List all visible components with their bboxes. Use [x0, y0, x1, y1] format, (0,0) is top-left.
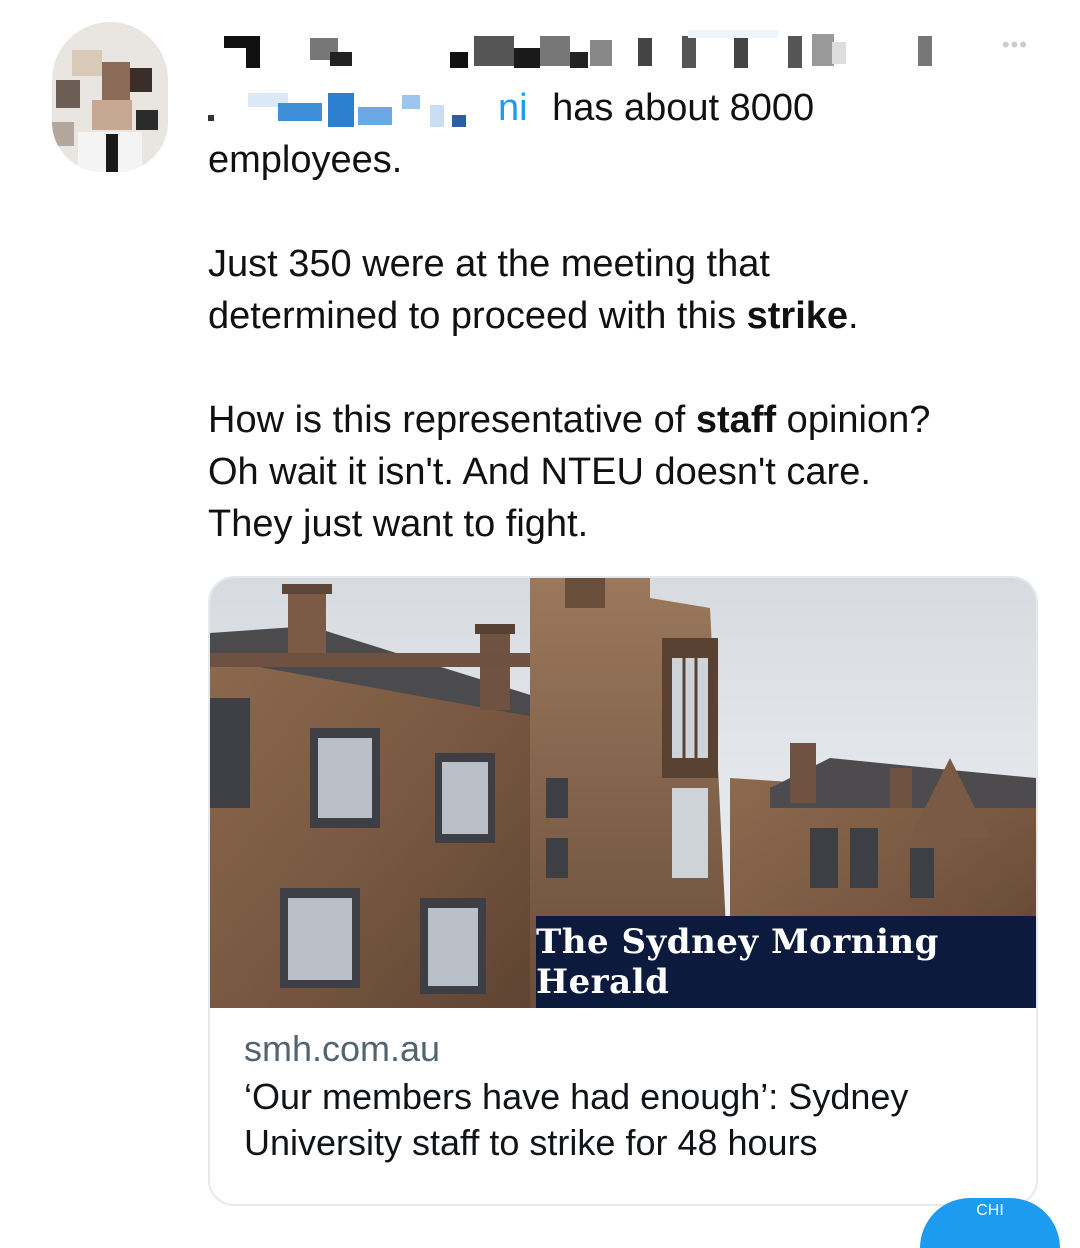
- tweet-line-1: ni has about 8000: [208, 82, 1038, 134]
- link-preview-card[interactable]: The Sydney Morning Herald smh.com.au ‘Ou…: [208, 576, 1038, 1206]
- redacted-user-name: [218, 22, 1018, 82]
- more-options-icon[interactable]: •••: [1002, 32, 1028, 58]
- keyword-strike: strike: [746, 295, 849, 337]
- tweet-para2-line2-text: determined to proceed with this: [208, 295, 747, 337]
- tweet-para3-line1-text: How is this representative of: [208, 399, 696, 441]
- card-domain: smh.com.au: [244, 1028, 441, 1069]
- corner-badge-text: CHI: [976, 1202, 1004, 1219]
- tweet-para3-line1: How is this representative of staff opin…: [208, 394, 1038, 446]
- card-title[interactable]: ‘Our members have had enough’: Sydney Un…: [244, 1074, 1016, 1166]
- card-title-line2: University staff to strike for 48 hours: [244, 1122, 818, 1163]
- masthead-banner: The Sydney Morning Herald: [536, 916, 1036, 1008]
- tweet-para3-line3: They just want to fight.: [208, 503, 589, 545]
- tweet-line-2: employees.: [208, 139, 403, 181]
- tweet-para2-line2: determined to proceed with this strike.: [208, 290, 1038, 342]
- redacted-mention: [208, 92, 498, 127]
- tweet-line-1-text: has about 8000: [552, 87, 815, 129]
- mention-fragment[interactable]: ni: [498, 87, 528, 129]
- card-title-line1: ‘Our members have had enough’: Sydney: [244, 1076, 909, 1117]
- tweet-para2-line2-end: .: [848, 295, 859, 337]
- keyword-staff: staff: [695, 399, 777, 441]
- tweet-para3-line2: Oh wait it isn't. And NTEU doesn't care.: [208, 451, 871, 493]
- tweet-text: ni has about 8000 employees. Just 350 we…: [208, 82, 1038, 550]
- tweet-para3-line1-end: opinion?: [776, 399, 931, 441]
- card-body: smh.com.au ‘Our members have had enough’…: [244, 1026, 1016, 1166]
- tweet-para2-line1: Just 350 were at the meeting that: [208, 243, 770, 285]
- masthead-text: The Sydney Morning Herald: [536, 922, 939, 1002]
- user-avatar[interactable]: [52, 22, 168, 172]
